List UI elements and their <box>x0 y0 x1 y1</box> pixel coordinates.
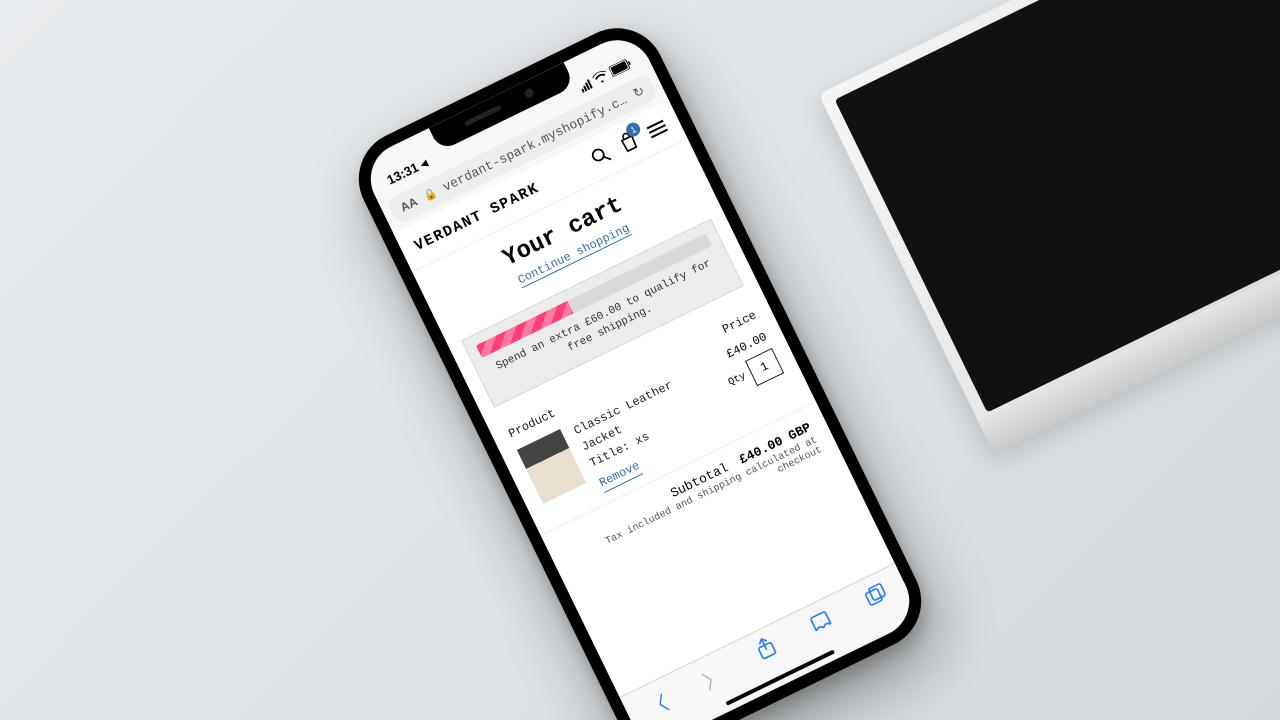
back-icon[interactable]: 〈 <box>642 687 673 720</box>
product-thumbnail[interactable] <box>517 429 586 504</box>
qty-label: Qty <box>727 371 748 389</box>
cellular-icon <box>578 79 592 93</box>
reload-icon[interactable]: ↻ <box>631 83 648 102</box>
share-icon[interactable] <box>753 634 781 667</box>
search-icon[interactable] <box>588 143 613 170</box>
wifi-icon <box>591 68 611 88</box>
laptop-prop <box>819 0 1280 454</box>
text-size-button[interactable]: AA <box>398 194 420 214</box>
forward-icon: 〉 <box>697 660 728 695</box>
tabs-icon[interactable] <box>863 582 891 612</box>
qty-input[interactable]: 1 <box>745 348 784 386</box>
lock-icon: 🔒 <box>421 185 439 203</box>
menu-icon[interactable] <box>647 120 668 139</box>
cart-icon[interactable]: 1 <box>617 129 642 156</box>
battery-icon <box>608 57 634 80</box>
bookmarks-icon[interactable] <box>807 609 835 639</box>
